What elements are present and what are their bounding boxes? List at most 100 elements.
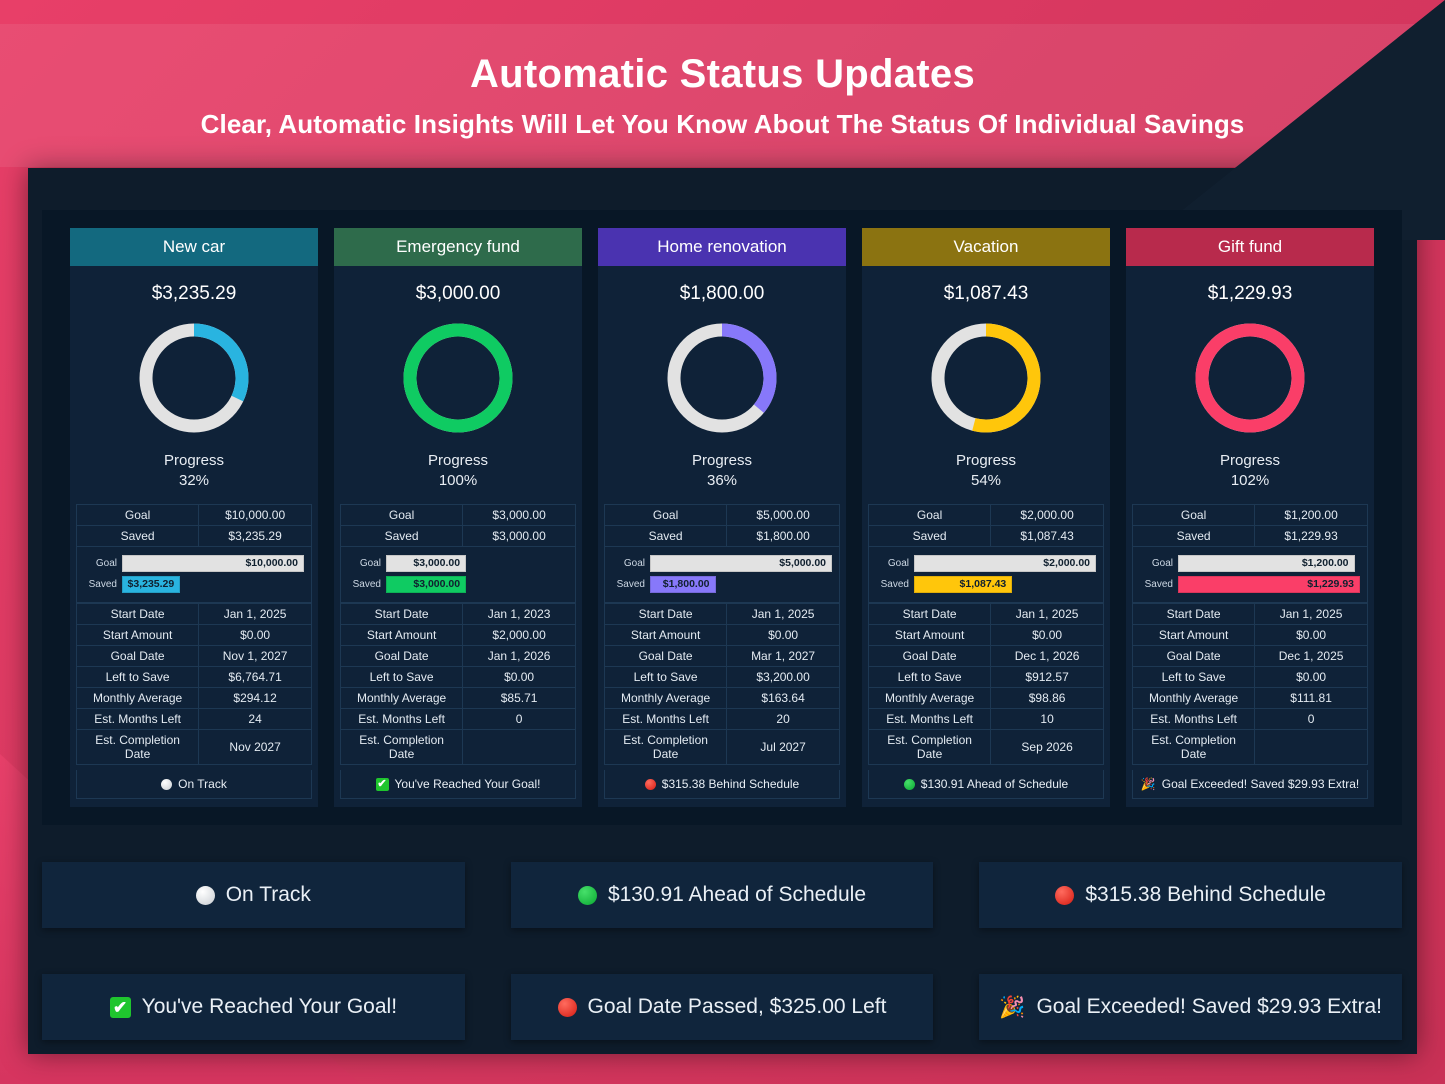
green-dot-icon [903,778,915,790]
detail-label: Left to Save [339,665,464,688]
goal-saved-table: Goal $10,000.00 Saved $3,235.29 [75,503,312,547]
status-badge: ✔ You've Reached Your Goal! [340,770,576,799]
goal-saved-table-box: Goal $2,000.00 Saved $1,087.43 [862,503,1110,547]
bar-chart: Goal $3,000.00 Saved $3,000.00 [340,546,576,603]
card-title: New car [70,228,318,266]
saved-value: $3,235.29 [198,524,312,547]
table-row: Monthly Average $111.81 [1131,686,1368,709]
bar-row-goal: Goal $3,000.00 [348,554,568,572]
grey-dot-icon [195,885,215,905]
detail-value: $2,000.00 [462,623,576,646]
detail-table-box: Start Date Jan 1, 2025 Start Amount $0.0… [1126,602,1374,765]
detail-value: $294.12 [198,686,312,709]
detail-value: Jan 1, 2025 [726,602,840,625]
table-row: Start Amount $0.00 [867,623,1104,646]
saved-value: $1,087.43 [990,524,1104,547]
saved-label: Saved [1131,524,1256,547]
bar-row-goal: Goal $2,000.00 [876,554,1096,572]
bar-saved-label: Saved [352,578,381,590]
legend-item: $130.91 Ahead of Schedule [510,862,934,928]
detail-label: Est. Completion Date [75,728,200,765]
bar-saved-label: Saved [880,578,909,590]
detail-value: 24 [198,707,312,730]
legend-item: $315.38 Behind Schedule [979,862,1402,928]
saved-label: Saved [339,524,464,547]
donut-container [862,314,1110,444]
legend-item: ✔ You've Reached Your Goal! [42,974,465,1040]
detail-label: Start Amount [1131,623,1256,646]
table-row: Start Amount $2,000.00 [339,623,576,646]
detail-value: 0 [462,707,576,730]
status-text: You've Reached Your Goal! [394,777,541,791]
card-saved-amount: $1,800.00 [679,283,765,304]
detail-value: Nov 2027 [198,728,312,765]
saved-value: $1,229.93 [1254,524,1368,547]
detail-label: Start Amount [603,623,728,646]
table-row: Left to Save $0.00 [339,665,576,688]
detail-table-box: Start Date Jan 1, 2023 Start Amount $2,0… [334,602,582,765]
detail-value: $3,200.00 [726,665,840,688]
legend-label: Goal Exceeded! Saved $29.93 Extra! [1036,995,1383,1018]
detail-label: Est. Months Left [603,707,728,730]
bar-goal-label: Goal [95,557,117,569]
goal-label: Goal [603,503,728,526]
bar-track-goal: $3,000.00 [386,554,568,572]
progress-label-block: Progress 54% [862,444,1110,504]
detail-label: Monthly Average [75,686,200,709]
bar-fill-saved: $1,800.00 [650,575,716,593]
goal-saved-table: Goal $1,200.00 Saved $1,229.93 [1131,503,1368,547]
savings-card: New car $3,235.29 Progress 32% Goal $10,… [70,228,318,807]
goal-saved-table: Goal $2,000.00 Saved $1,087.43 [867,503,1104,547]
detail-value: $0.00 [726,623,840,646]
detail-value: 0 [1254,707,1368,730]
detail-value: Jan 1, 2025 [990,602,1104,625]
table-row: Est. Months Left 24 [75,707,312,730]
progress-donut [931,323,1041,433]
goal-value: $3,000.00 [462,503,576,526]
bar-track-goal: $10,000.00 [122,554,304,572]
detail-label: Est. Months Left [867,707,992,730]
detail-table-box: Start Date Jan 1, 2025 Start Amount $0.0… [598,602,846,765]
detail-label: Left to Save [1131,665,1256,688]
progress-percent: 36% [706,472,738,490]
table-row: Start Date Jan 1, 2025 [603,602,840,625]
table-row: Est. Completion Date [339,728,576,765]
progress-word: Progress [163,452,225,469]
check-box-icon: ✔ [375,777,389,791]
status-text: $130.91 Ahead of Schedule [920,777,1069,791]
detail-table: Start Date Jan 1, 2025 Start Amount $0.0… [1131,602,1368,765]
goal-value: $2,000.00 [990,503,1104,526]
bar-row-saved: Saved $3,235.29 [84,575,304,593]
legend-label: $315.38 Behind Schedule [1085,883,1326,906]
table-row: Est. Completion Date [1131,728,1368,765]
bar-chart: Goal $2,000.00 Saved $1,087.43 [868,546,1104,603]
bar-fill-saved: $1,229.93 [1178,575,1360,593]
donut-progress-arc [1195,323,1305,433]
bar-track-saved: $3,235.29 [122,575,304,593]
table-row: Goal $5,000.00 [603,503,840,526]
goal-saved-table-box: Goal $1,200.00 Saved $1,229.93 [1126,503,1374,547]
header-banner: Automatic Status Updates Clear, Automati… [0,24,1445,167]
goal-saved-table-box: Goal $5,000.00 Saved $1,800.00 [598,503,846,547]
status-badge: 🎉 Goal Exceeded! Saved $29.93 Extra! [1132,770,1368,799]
card-saved-amount: $3,235.29 [151,283,237,304]
goal-label: Goal [339,503,464,526]
progress-donut [667,323,777,433]
goal-saved-table: Goal $5,000.00 Saved $1,800.00 [603,503,840,547]
detail-value: Nov 1, 2027 [198,644,312,667]
table-row: Goal $2,000.00 [867,503,1104,526]
legend-label: You've Reached Your Goal! [141,995,398,1018]
detail-label: Monthly Average [1131,686,1256,709]
detail-value [462,728,576,765]
party-popper-icon: 🎉 [1140,777,1156,791]
red-dot-icon [557,997,577,1017]
table-row: Start Amount $0.00 [75,623,312,646]
bar-goal-label: Goal [887,557,909,569]
detail-value: $85.71 [462,686,576,709]
bar-saved-label: Saved [1144,578,1173,590]
progress-percent: 54% [970,472,1002,490]
bar-fill-goal: $10,000.00 [122,554,304,572]
bar-fill-goal: $1,200.00 [1178,554,1355,572]
table-row: Monthly Average $98.86 [867,686,1104,709]
detail-label: Start Date [1131,602,1256,625]
